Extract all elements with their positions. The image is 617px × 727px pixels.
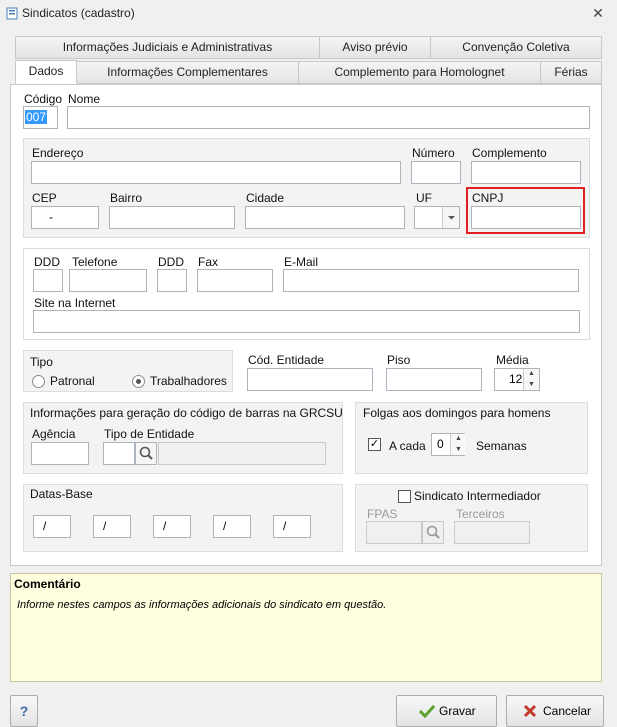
title-bar: Sindicatos (cadastro) ✕ [0,0,617,28]
complemento-input[interactable] [471,161,581,184]
acada-label: A cada [389,439,426,453]
fpas-input [366,521,422,544]
endereco-label: Endereço [32,146,84,160]
bairro-input[interactable] [109,206,235,229]
tab-complemento-homolognet[interactable]: Complemento para Homolognet [298,61,541,84]
search-icon [139,446,153,460]
folgas-title: Folgas aos domingos para homens [363,406,551,420]
codigo-input[interactable]: 007 [23,106,58,129]
bairro-label: Bairro [110,191,143,205]
save-label: Gravar [439,704,476,718]
telefone-label: Telefone [72,255,118,269]
cancel-label: Cancelar [543,704,592,718]
window-title: Sindicatos (cadastro) [22,6,135,20]
cod-entidade-label: Cód. Entidade [248,353,325,367]
cep-label: CEP [32,191,57,205]
intermediador-checkbox[interactable] [398,490,411,503]
tab-dados[interactable]: Dados [15,60,77,84]
app-icon [6,7,18,20]
help-button[interactable]: ? [10,695,38,727]
tipo-entidade-code-input[interactable] [103,442,135,465]
cancel-button[interactable]: Cancelar [506,695,604,727]
nome-input[interactable] [67,106,590,129]
ddd-input[interactable] [33,269,63,292]
uf-label: UF [416,191,432,205]
ddd2-label: DDD [158,255,184,269]
data-base-4-input[interactable]: / [213,515,251,538]
fax-input[interactable] [197,269,273,292]
acada-spin-buttons[interactable]: ▲ ▼ [450,434,466,455]
data-base-5-input[interactable]: / [273,515,311,538]
agencia-label: Agência [32,427,76,441]
close-icon [523,704,537,718]
cidade-input[interactable] [245,206,405,229]
codigo-label: Código [24,92,63,106]
tab-aviso-previo[interactable]: Aviso prévio [319,36,431,59]
tipo-entidade-desc-input [158,442,326,465]
save-button[interactable]: Gravar [396,695,497,727]
cep-input[interactable]: - [31,206,99,229]
patronal-label: Patronal [50,374,95,388]
fax-label: Fax [198,255,219,269]
media-stepper[interactable]: 12 ▲ ▼ [494,368,540,391]
uf-select[interactable] [414,206,460,229]
close-icon[interactable]: ✕ [590,5,606,21]
piso-input[interactable] [386,368,482,391]
datas-base-label: Datas-Base [30,487,93,501]
acada-checkbox[interactable]: ✓ [368,438,381,451]
grcsu-title: Informações para geração do código de ba… [30,406,343,420]
tipo-label: Tipo [30,355,53,369]
email-label: E-Mail [284,255,319,269]
data-base-3-input[interactable]: / [153,515,191,538]
comment-box: Comentário Informe nestes campos as info… [10,573,602,682]
telefone-input[interactable] [69,269,147,292]
endereco-input[interactable] [31,161,401,184]
tipo-entidade-label: Tipo de Entidade [104,427,195,441]
tab-informacoes-judiciais[interactable]: Informações Judiciais e Administrativas [15,36,320,59]
tipo-entidade-search-button[interactable] [135,442,157,465]
fpas-label: FPAS [367,507,398,521]
cod-entidade-input[interactable] [247,368,373,391]
numero-input[interactable] [411,161,461,184]
tab-ferias[interactable]: Férias [540,61,602,84]
site-input[interactable] [33,310,580,333]
ddd2-input[interactable] [157,269,187,292]
media-spin-buttons[interactable]: ▲ ▼ [523,369,539,390]
patronal-radio[interactable] [32,375,45,388]
nome-label: Nome [68,92,101,106]
complemento-label: Complemento [472,146,547,160]
check-icon [419,704,435,718]
fpas-search-button [422,521,444,544]
site-label: Site na Internet [34,296,116,310]
ddd-label: DDD [34,255,60,269]
search-icon [426,525,440,539]
media-label: Média [496,353,529,367]
data-base-1-input[interactable]: / [33,515,71,538]
data-base-2-input[interactable]: / [93,515,131,538]
chevron-down-icon[interactable] [442,207,459,228]
acada-stepper[interactable]: 0 ▲ ▼ [431,433,466,456]
agencia-input[interactable] [31,442,89,465]
cidade-label: Cidade [246,191,285,205]
tab-informacoes-complementares[interactable]: Informações Complementares [76,61,299,84]
trabalhadores-radio[interactable] [132,375,145,388]
email-input[interactable] [283,269,579,292]
comment-title: Comentário [14,577,81,591]
comment-text: Informe nestes campos as informações adi… [17,599,387,611]
cnpj-highlight [466,187,585,234]
piso-label: Piso [387,353,411,367]
numero-label: Número [412,146,455,160]
intermediador-label: Sindicato Intermediador [414,489,541,503]
terceiros-input [454,521,530,544]
trabalhadores-label: Trabalhadores [150,374,227,388]
semanas-label: Semanas [476,439,527,453]
terceiros-label: Terceiros [456,507,505,521]
tab-convencao-coletiva[interactable]: Convenção Coletiva [430,36,602,59]
